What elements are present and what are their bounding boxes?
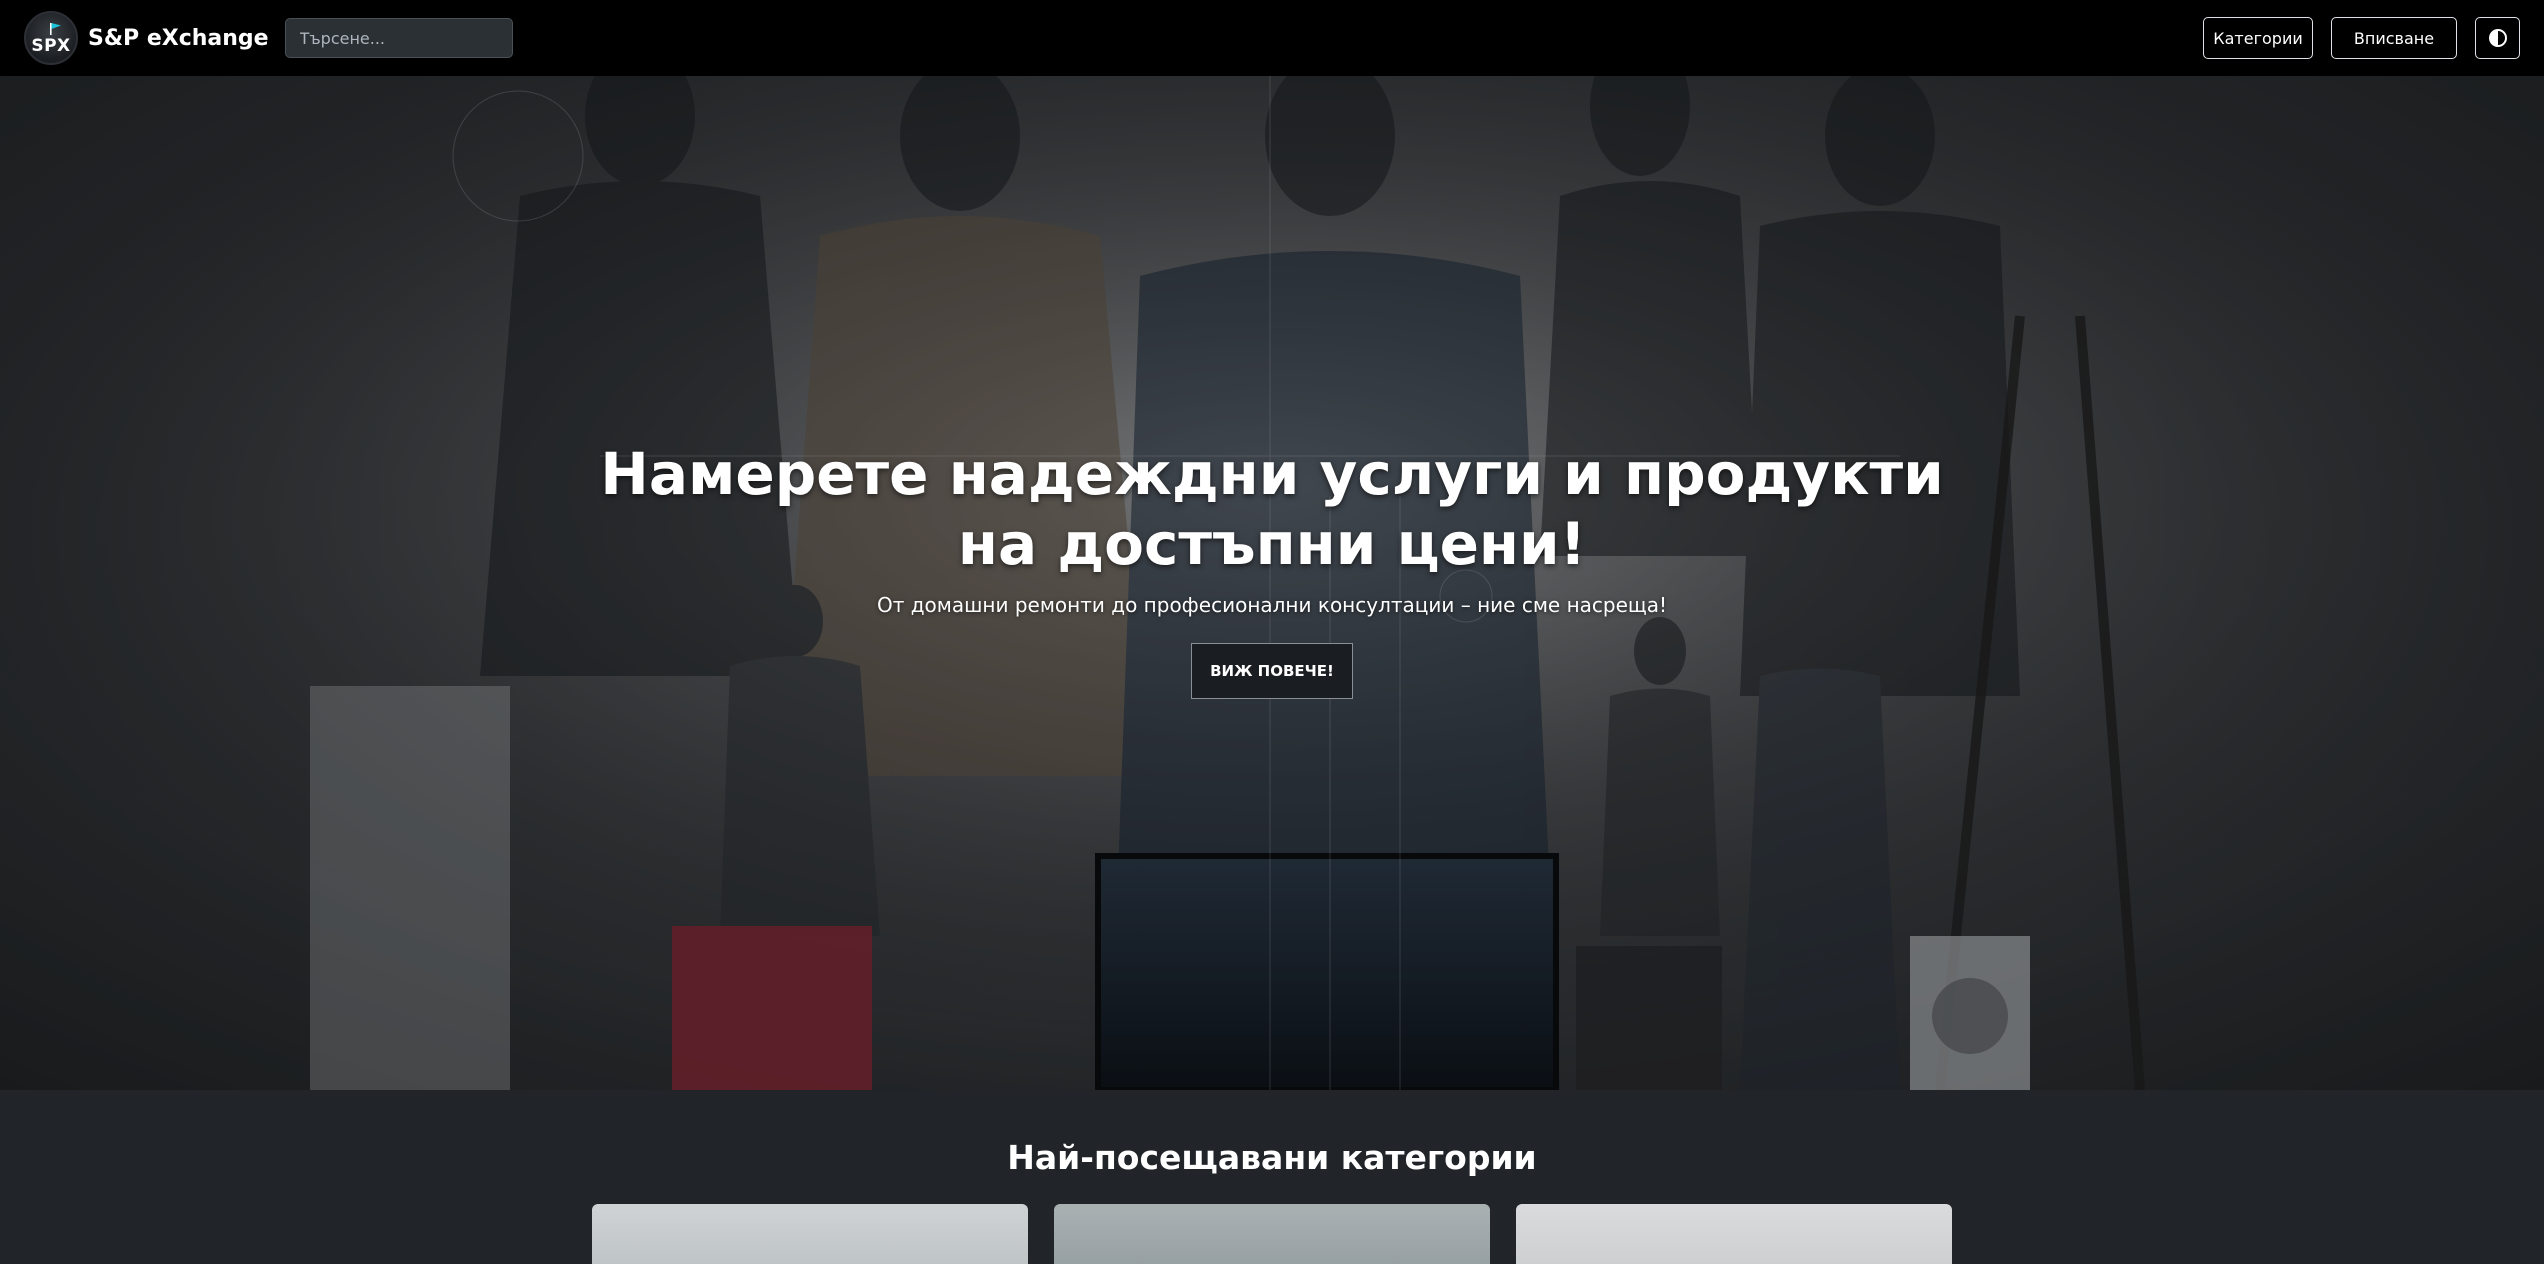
- category-card[interactable]: [592, 1204, 1028, 1264]
- top-navbar: SPX S&P eXchange Категории Вписване: [0, 0, 2544, 76]
- hero-overlay: [0, 76, 2544, 1090]
- search-input[interactable]: [284, 18, 513, 58]
- contrast-icon: [2488, 29, 2507, 47]
- flag-icon: [50, 23, 61, 35]
- login-button[interactable]: Вписване: [2331, 17, 2457, 59]
- category-card[interactable]: [1516, 1204, 1952, 1264]
- hero-title: Намерете надеждни услуги и продукти на д…: [600, 440, 1944, 578]
- navbar-actions: Категории Вписване: [2185, 17, 2520, 59]
- site-logo[interactable]: SPX: [24, 11, 78, 65]
- categories-button[interactable]: Категории: [2203, 17, 2313, 59]
- section-title: Най-посещавани категории: [1007, 1138, 1537, 1177]
- hero-subtitle: От домашни ремонти до професионални конс…: [876, 593, 1668, 617]
- theme-toggle-button[interactable]: [2475, 17, 2520, 59]
- hero-banner: Намерете надеждни услуги и продукти на д…: [0, 76, 2544, 1090]
- logo-text: SPX: [31, 36, 71, 56]
- brand-name[interactable]: S&P eXchange: [88, 26, 269, 51]
- see-more-button[interactable]: ВИЖ ПОВЕЧЕ!: [1191, 643, 1353, 699]
- popular-categories-section: Най-посещавани категории: [0, 1090, 2544, 1264]
- category-card[interactable]: [1054, 1204, 1490, 1264]
